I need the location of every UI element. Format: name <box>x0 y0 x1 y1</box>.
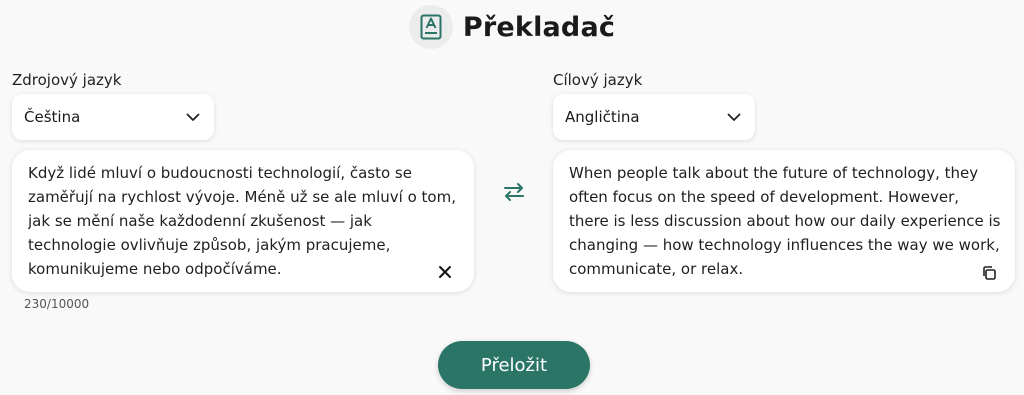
target-text-output: When people talk about the future of tec… <box>569 164 1006 278</box>
chevron-down-icon <box>186 113 200 121</box>
target-language-label: Cílový jazyk <box>553 71 643 89</box>
app-header: Překladač <box>0 5 1024 49</box>
chevron-down-icon <box>727 113 741 121</box>
close-icon[interactable] <box>433 260 457 284</box>
target-text-panel: When people talk about the future of tec… <box>553 150 1015 292</box>
source-text-panel: Když lidé mluví o budoucnosti technologi… <box>12 150 474 292</box>
translate-button[interactable]: Přeložit <box>438 341 590 389</box>
source-language-label: Zdrojový jazyk <box>12 71 122 89</box>
target-language-select[interactable]: Angličtina <box>553 94 755 140</box>
swap-icon[interactable] <box>499 177 529 207</box>
translate-book-icon <box>408 5 453 49</box>
source-text-input[interactable]: Když lidé mluví o budoucnosti technologi… <box>28 161 458 286</box>
app-title: Překladač <box>462 11 616 43</box>
source-language-select[interactable]: Čeština <box>12 94 214 140</box>
target-language-value: Angličtina <box>565 108 640 126</box>
source-language-value: Čeština <box>24 108 81 126</box>
copy-icon[interactable] <box>977 261 1001 285</box>
char-counter: 230/10000 <box>24 297 90 311</box>
